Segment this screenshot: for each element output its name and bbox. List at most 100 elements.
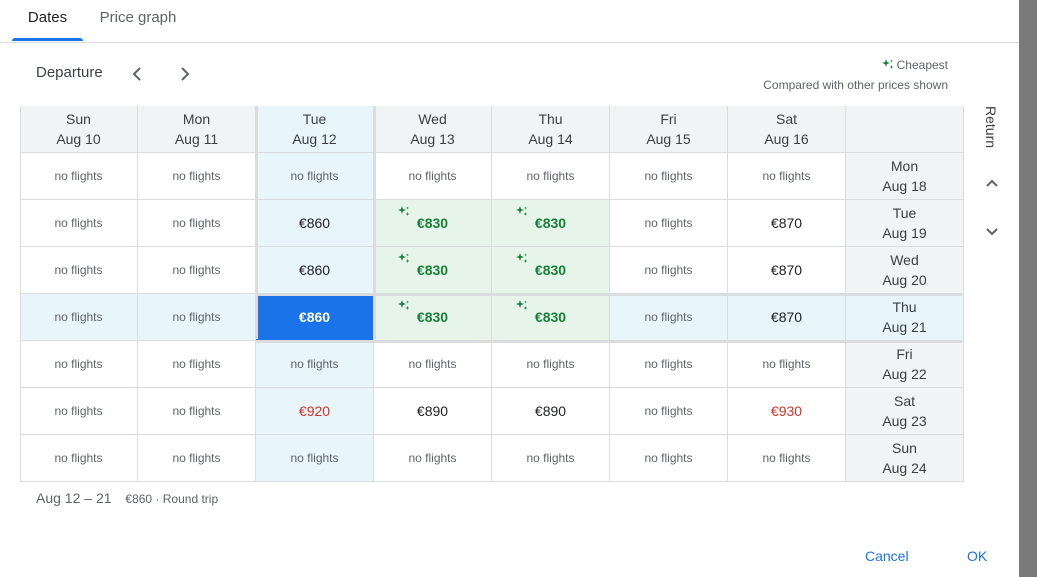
price-cell[interactable]: no flights	[610, 388, 728, 435]
no-flights-label: no flights	[172, 310, 221, 324]
next-week-button[interactable]	[173, 62, 197, 86]
price-value: €830	[534, 262, 567, 278]
price-cell[interactable]: no flights	[20, 341, 138, 388]
departure-date-header[interactable]: Fri Aug 15	[610, 106, 728, 153]
price-value: €890	[416, 403, 449, 419]
header-date: Aug 20	[882, 272, 927, 288]
previous-week-button[interactable]	[125, 62, 149, 86]
price-cell[interactable]: no flights	[20, 435, 138, 482]
price-cell[interactable]: €890	[374, 388, 492, 435]
price-cell[interactable]: €830	[374, 294, 492, 341]
previous-return-button[interactable]	[980, 171, 1004, 195]
scrollbar[interactable]	[1019, 0, 1037, 577]
no-flights-label: no flights	[408, 451, 457, 465]
price-cell[interactable]: no flights	[492, 435, 610, 482]
price-cell[interactable]: €920	[256, 388, 374, 435]
tab-price-graph[interactable]: Price graph	[97, 0, 179, 41]
price-cell[interactable]: no flights	[138, 435, 256, 482]
departure-date-header[interactable]: Sat Aug 16	[728, 106, 846, 153]
price-cell[interactable]: €860	[256, 247, 374, 294]
price-cell[interactable]: €860	[256, 294, 374, 341]
return-date-header[interactable]: Sat Aug 23	[846, 388, 964, 435]
price-cell[interactable]: no flights	[610, 153, 728, 200]
header-date: Aug 16	[764, 131, 809, 147]
trip-summary: Aug 12 – 21 €860 · Round trip	[36, 490, 218, 506]
return-date-header[interactable]: Thu Aug 21	[846, 294, 964, 341]
price-cell[interactable]: no flights	[374, 435, 492, 482]
price-cell[interactable]: no flights	[610, 294, 728, 341]
price-cell[interactable]: €830	[492, 247, 610, 294]
departure-date-header[interactable]: Sun Aug 10	[20, 106, 138, 153]
header-day: Tue	[892, 205, 917, 221]
price-cell[interactable]: no flights	[374, 341, 492, 388]
return-date-header[interactable]: Fri Aug 22	[846, 341, 964, 388]
no-flights-label: no flights	[172, 216, 221, 230]
price-cell[interactable]: €870	[728, 294, 846, 341]
price-cell[interactable]: no flights	[728, 341, 846, 388]
departure-date-header[interactable]: Mon Aug 11	[138, 106, 256, 153]
price-cell[interactable]: no flights	[138, 294, 256, 341]
chevron-left-icon	[132, 67, 141, 81]
price-cell[interactable]: no flights	[610, 435, 728, 482]
price-cell[interactable]: no flights	[138, 388, 256, 435]
price-cell[interactable]: no flights	[492, 341, 610, 388]
price-cell[interactable]: no flights	[256, 435, 374, 482]
price-cell[interactable]: no flights	[610, 247, 728, 294]
price-cell[interactable]: €860	[256, 200, 374, 247]
price-cell[interactable]: no flights	[138, 247, 256, 294]
more-vert-icon[interactable]: ⋮	[1033, 7, 1037, 21]
price-cell[interactable]: no flights	[20, 153, 138, 200]
price-cell[interactable]: no flights	[138, 153, 256, 200]
no-flights-label: no flights	[290, 357, 339, 371]
price-cell[interactable]: €870	[728, 247, 846, 294]
price-cell[interactable]: €830	[492, 294, 610, 341]
price-cell[interactable]: no flights	[610, 200, 728, 247]
no-flights-label: no flights	[762, 357, 811, 371]
active-tab-indicator	[12, 38, 83, 41]
sparkle-icon	[881, 59, 894, 69]
price-cell[interactable]: no flights	[492, 153, 610, 200]
price-cell[interactable]: €930	[728, 388, 846, 435]
price-value: €830	[416, 215, 449, 231]
price-cell[interactable]: no flights	[20, 200, 138, 247]
return-date-header[interactable]: Mon Aug 18	[846, 153, 964, 200]
price-cell[interactable]: no flights	[610, 341, 728, 388]
return-date-header[interactable]: Sun Aug 24	[846, 435, 964, 482]
header-day: Thu	[892, 299, 917, 315]
header-day: Mon	[182, 111, 211, 127]
cancel-button[interactable]: Cancel	[865, 548, 909, 564]
price-cell[interactable]: €830	[374, 200, 492, 247]
header-date: Aug 23	[882, 413, 927, 429]
return-date-header[interactable]: Tue Aug 19	[846, 200, 964, 247]
price-cell[interactable]: no flights	[20, 294, 138, 341]
price-cell[interactable]: €870	[728, 200, 846, 247]
next-return-button[interactable]	[980, 219, 1004, 243]
no-flights-label: no flights	[172, 451, 221, 465]
price-cell[interactable]: no flights	[728, 435, 846, 482]
price-cell[interactable]: no flights	[374, 153, 492, 200]
departure-date-header[interactable]: Tue Aug 12	[256, 106, 374, 153]
no-flights-label: no flights	[54, 451, 103, 465]
ok-button[interactable]: OK	[967, 548, 987, 564]
departure-date-header[interactable]: Thu Aug 14	[492, 106, 610, 153]
departure-date-header[interactable]: Wed Aug 13	[374, 106, 492, 153]
price-cell[interactable]: €890	[492, 388, 610, 435]
header-date: Aug 22	[882, 366, 927, 382]
header-day: Sat	[775, 111, 797, 127]
grid-border	[20, 106, 21, 482]
price-cell[interactable]: no flights	[138, 341, 256, 388]
header-date: Aug 15	[646, 131, 691, 147]
return-date-header[interactable]: Wed Aug 20	[846, 247, 964, 294]
price-cell[interactable]: €830	[374, 247, 492, 294]
price-cell[interactable]: no flights	[256, 153, 374, 200]
price-value: €860	[298, 262, 331, 278]
price-cell[interactable]: no flights	[20, 247, 138, 294]
price-cell[interactable]: €830	[492, 200, 610, 247]
price-cell[interactable]: no flights	[728, 153, 846, 200]
price-cell[interactable]: no flights	[20, 388, 138, 435]
price-cell[interactable]: no flights	[138, 200, 256, 247]
no-flights-label: no flights	[54, 310, 103, 324]
header-day: Fri	[660, 111, 677, 127]
tab-dates[interactable]: Dates	[12, 0, 83, 41]
price-cell[interactable]: no flights	[256, 341, 374, 388]
